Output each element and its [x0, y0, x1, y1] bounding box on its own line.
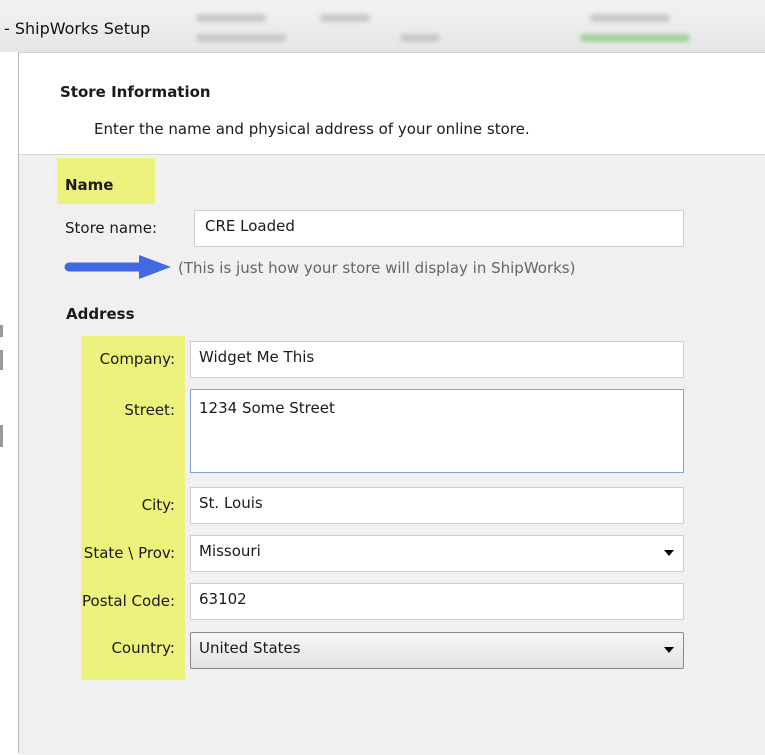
country-dropdown[interactable]: United States [190, 632, 684, 669]
store-name-hint: (This is just how your store will displa… [178, 259, 576, 277]
arrow-right-icon [64, 255, 171, 279]
company-label: Company: [99, 350, 175, 368]
chevron-down-icon [664, 647, 674, 653]
chevron-down-icon [664, 550, 674, 556]
country-dropdown-value: United States [199, 639, 301, 657]
form-body: Name Store name: CRE Loaded (This is jus… [19, 155, 765, 755]
name-heading: Name [65, 176, 114, 194]
address-heading: Address [66, 305, 135, 323]
street-field[interactable]: 1234 Some Street [190, 389, 684, 473]
store-name-field[interactable]: CRE Loaded [194, 210, 684, 247]
page-title: Store Information [60, 83, 211, 101]
company-field[interactable]: Widget Me This [190, 341, 684, 378]
postal-code-field[interactable]: 63102 [190, 583, 684, 620]
city-label: City: [141, 496, 175, 514]
wizard-header: Store Information Enter the name and phy… [19, 53, 765, 155]
state-label: State \ Prov: [83, 544, 175, 562]
street-label: Street: [124, 401, 175, 419]
window-title: - ShipWorks Setup [4, 19, 151, 38]
country-label: Country: [111, 639, 175, 657]
state-dropdown-value: Missouri [199, 542, 261, 560]
store-name-label: Store name: [65, 219, 158, 237]
city-field[interactable]: St. Louis [190, 487, 684, 524]
setup-dialog: Store Information Enter the name and phy… [18, 52, 765, 755]
postal-code-label: Postal Code: [82, 592, 175, 610]
page-subtitle: Enter the name and physical address of y… [94, 120, 530, 138]
background-window-strip: - ShipWorks Setup [0, 0, 765, 52]
state-dropdown[interactable]: Missouri [190, 535, 684, 572]
